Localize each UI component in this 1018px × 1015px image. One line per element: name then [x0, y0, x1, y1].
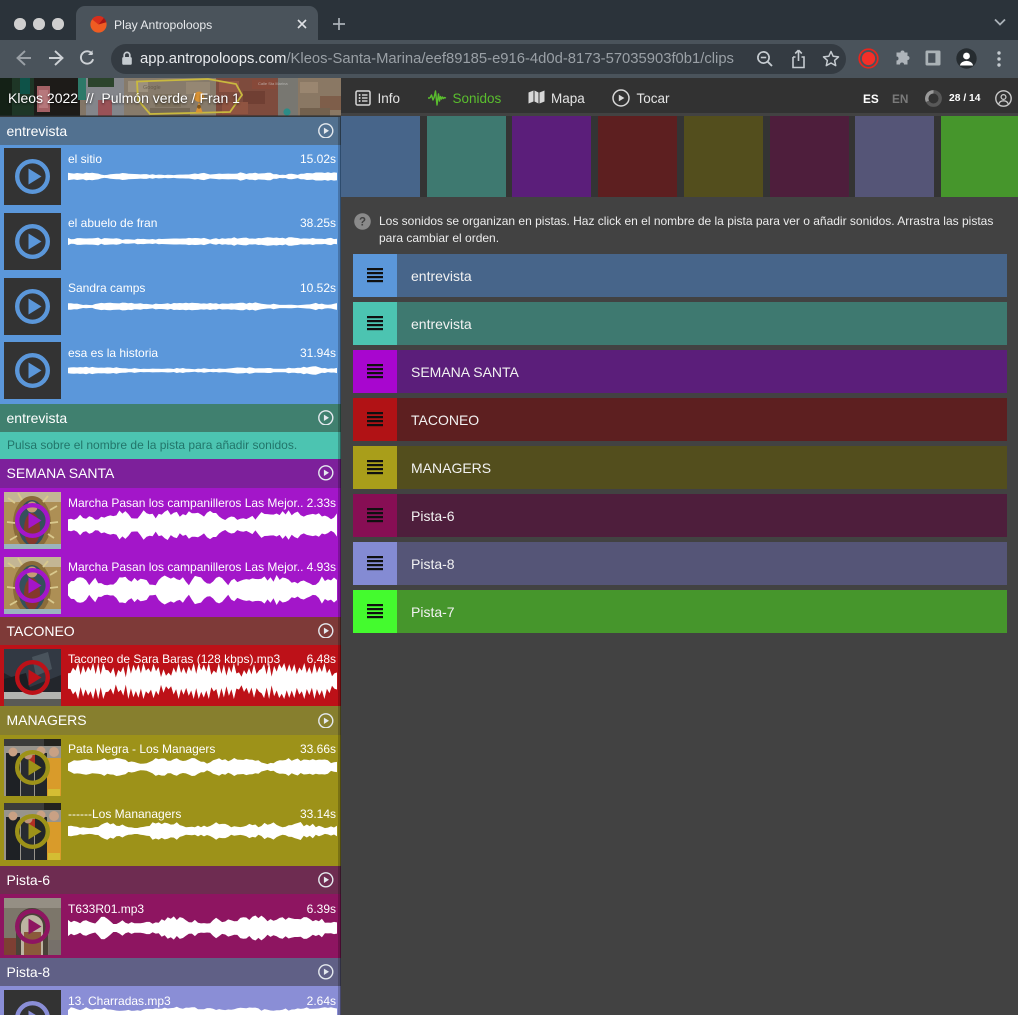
- svg-text:?: ?: [359, 217, 366, 229]
